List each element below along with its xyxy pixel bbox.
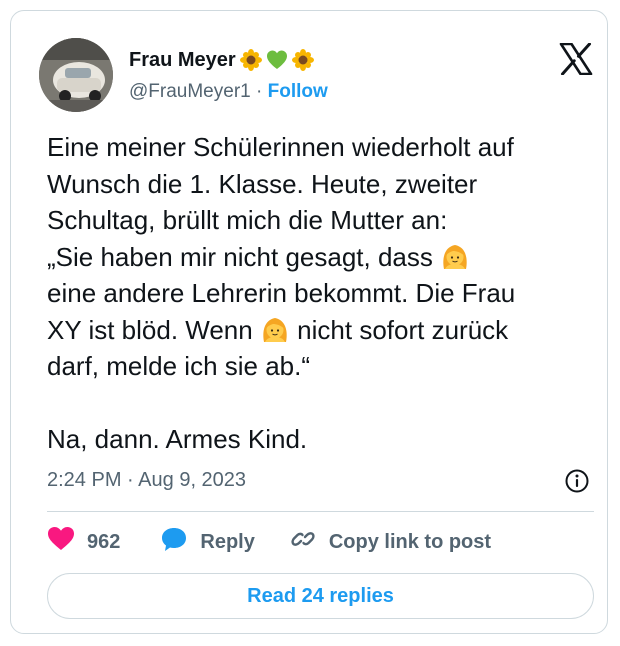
info-icon[interactable] (564, 468, 590, 494)
x-logo-icon[interactable] (559, 42, 593, 76)
speech-bubble-icon (160, 526, 188, 558)
action-bar: 962 Reply Copy link to post (47, 525, 491, 559)
separator: · (256, 81, 263, 102)
tweet-timestamp[interactable]: 2:24 PM · Aug 9, 2023 (47, 469, 246, 492)
divider (47, 511, 594, 512)
tweet-text: Eine meiner Schülerinnen wiederholt auf … (47, 129, 607, 458)
heart-icon (47, 526, 75, 558)
avatar[interactable] (39, 38, 113, 112)
read-replies-button[interactable]: Read 24 replies (47, 573, 594, 619)
author-name[interactable]: Frau Meyer (129, 49, 236, 72)
tweet-date[interactable]: Aug 9, 2023 (138, 469, 246, 491)
author-handle-row: @FrauMeyer1 · Follow (129, 81, 328, 103)
sunflower-icon (239, 49, 262, 71)
author-handle[interactable]: @FrauMeyer1 (129, 81, 251, 102)
green-heart-icon (266, 49, 288, 71)
girl-icon (260, 314, 290, 344)
reply-button[interactable]: Reply (160, 526, 255, 558)
like-button[interactable]: 962 (47, 526, 120, 558)
link-icon (289, 525, 317, 559)
follow-button[interactable]: Follow (268, 81, 328, 102)
girl-icon (440, 241, 470, 271)
sunflower-icon (291, 49, 314, 71)
tweet-time[interactable]: 2:24 PM (47, 469, 121, 491)
author-name-row[interactable]: Frau Meyer (129, 45, 314, 75)
copy-link-label: Copy link to post (328, 530, 492, 553)
tweet-card: Frau Meyer @FrauMeyer1 · Follow Eine mei… (10, 10, 608, 634)
like-count: 962 (87, 530, 121, 553)
copy-link-button[interactable]: Copy link to post (289, 525, 491, 559)
reply-label: Reply (200, 530, 255, 553)
separator: · (127, 469, 134, 491)
